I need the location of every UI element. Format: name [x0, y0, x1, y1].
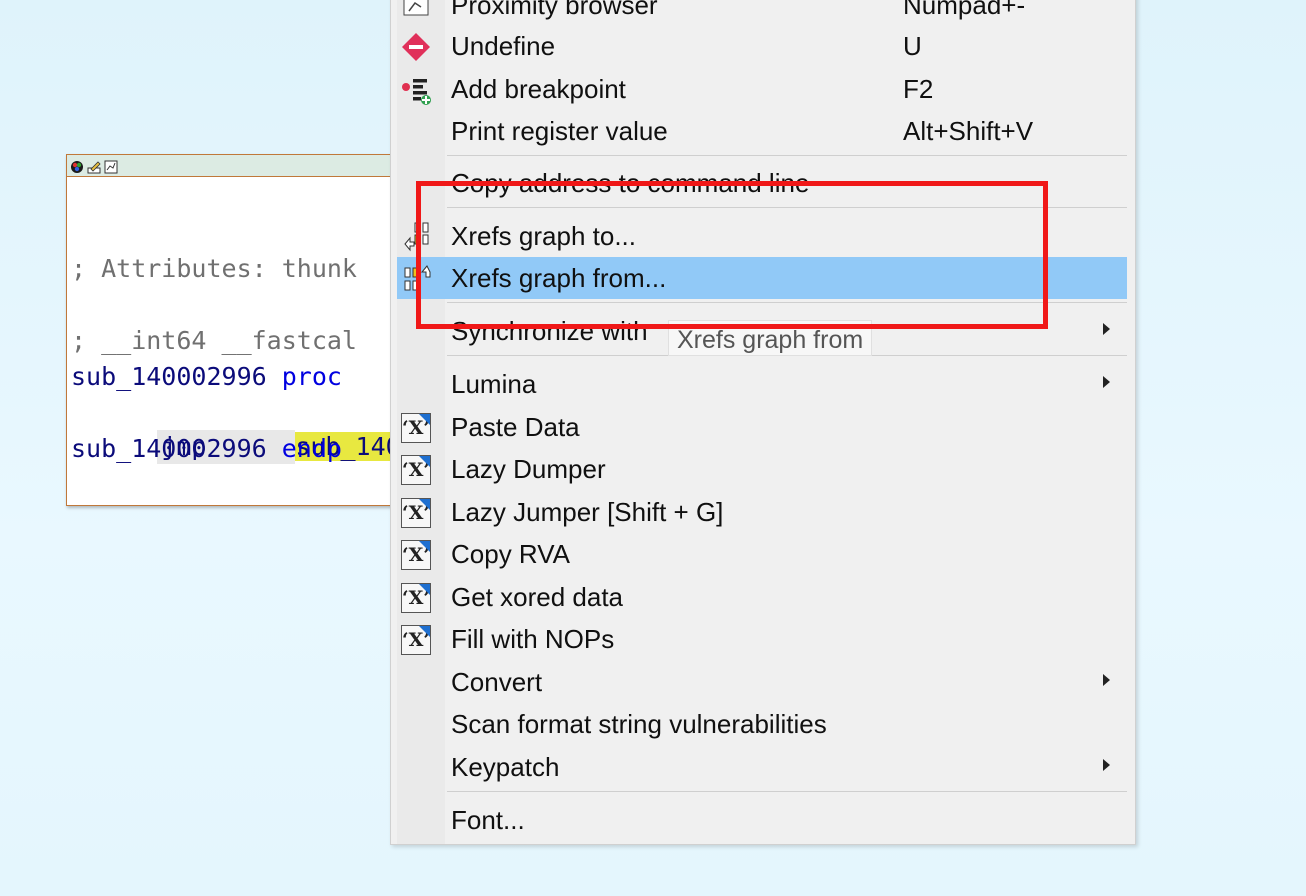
menu-item-shortcut: Numpad+-	[903, 0, 1026, 20]
jmp-line[interactable]: jmp sub_1400091	[67, 396, 461, 464]
proc-name[interactable]: sub_140002996	[71, 362, 267, 391]
menu-item-label: Copy RVA	[451, 538, 570, 569]
menu-item-label: Copy address to command line	[451, 167, 810, 198]
menu-item-scan-format-string[interactable]: Scan format string vulnerabilities	[397, 703, 1127, 745]
menu-item-label: Convert	[451, 666, 543, 697]
x-plugin-icon: ‘X’	[401, 583, 431, 613]
xrefs-graph-to-icon	[401, 222, 431, 252]
menu-item-add-breakpoint[interactable]: Add breakpoint F2	[397, 68, 1127, 110]
menu-separator	[447, 155, 1127, 156]
menu-item-copy-rva[interactable]: ‘X’ Copy RVA	[397, 533, 1127, 575]
menu-item-shortcut: Alt+Shift+V	[903, 115, 1034, 146]
endp-name[interactable]: sub_140002996	[71, 434, 267, 463]
menu-item-label: Undefine	[451, 30, 556, 61]
menu-item-get-xored-data[interactable]: ‘X’ Get xored data	[397, 576, 1127, 618]
menu-item-label: Xrefs graph to...	[451, 220, 636, 251]
menu-item-label: Xrefs graph from...	[451, 262, 667, 293]
menu-item-label: Lumina	[451, 368, 537, 399]
menu-item-label: Scan format string vulnerabilities	[451, 708, 827, 739]
menu-item-label: Print register value	[451, 115, 668, 146]
proc-keyword: proc	[281, 362, 342, 391]
proximity-browser-icon	[401, 0, 431, 21]
menu-item-copy-address[interactable]: Copy address to command line	[397, 162, 1127, 204]
menu-item-lumina[interactable]: Lumina	[397, 363, 1127, 405]
menu-item-label: Synchronize with	[451, 315, 648, 346]
menu-separator	[447, 207, 1127, 208]
menu-item-label: Paste Data	[451, 411, 580, 442]
endp-line[interactable]: sub_140002996 endp	[71, 432, 342, 466]
menu-item-label: Fill with NOPs	[451, 623, 615, 654]
submenu-arrow-icon	[1103, 674, 1110, 686]
context-menu: Proximity browser Numpad+- Undefine U Ad…	[390, 0, 1136, 845]
menu-item-lazy-jumper[interactable]: ‘X’ Lazy Jumper [Shift + G]	[397, 491, 1127, 533]
x-plugin-icon: ‘X’	[401, 455, 431, 485]
menu-item-proximity-browser[interactable]: Proximity browser Numpad+-	[397, 0, 1127, 26]
breakpoint-icon	[401, 75, 431, 105]
menu-item-font[interactable]: Font...	[397, 799, 1127, 841]
menu-item-print-register-value[interactable]: Print register value Alt+Shift+V	[397, 110, 1127, 152]
x-plugin-icon: ‘X’	[401, 498, 431, 528]
menu-item-fill-with-nops[interactable]: ‘X’ Fill with NOPs	[397, 618, 1127, 660]
x-plugin-icon: ‘X’	[401, 540, 431, 570]
menu-item-label: Get xored data	[451, 581, 623, 612]
submenu-arrow-icon	[1103, 376, 1110, 388]
menu-item-lazy-dumper[interactable]: ‘X’ Lazy Dumper	[397, 448, 1127, 490]
endp-keyword: endp	[281, 434, 342, 463]
menu-item-label: Add breakpoint	[451, 73, 626, 104]
menu-item-paste-data[interactable]: ‘X’ Paste Data	[397, 406, 1127, 448]
attributes-comment: ; Attributes: thunk	[71, 254, 357, 283]
menu-tooltip: Xrefs graph from	[668, 320, 873, 356]
menu-item-shortcut: F2	[903, 73, 934, 104]
menu-item-label: Proximity browser	[451, 0, 658, 20]
xrefs-graph-from-icon	[401, 264, 431, 294]
menu-item-xrefs-graph-to[interactable]: Xrefs graph to...	[397, 215, 1127, 257]
menu-item-convert[interactable]: Convert	[397, 661, 1127, 703]
x-plugin-icon: ‘X’	[401, 413, 431, 443]
signature-comment: ; __int64 __fastcal	[71, 326, 357, 355]
submenu-arrow-icon	[1103, 759, 1110, 771]
menu-item-xrefs-graph-from[interactable]: Xrefs graph from...	[397, 257, 1127, 299]
menu-item-shortcut: U	[903, 30, 922, 61]
graph-node: ; Attributes: thunk ; __int64 __fastcal …	[66, 154, 461, 506]
menu-item-undefine[interactable]: Undefine U	[397, 25, 1127, 67]
menu-item-label: Lazy Jumper [Shift + G]	[451, 496, 724, 527]
menu-separator	[447, 791, 1127, 792]
undefine-icon	[401, 32, 431, 62]
menu-item-label: Font...	[451, 804, 525, 835]
menu-item-label: Lazy Dumper	[451, 453, 606, 484]
menu-item-label: Keypatch	[451, 751, 560, 782]
x-plugin-icon: ‘X’	[401, 625, 431, 655]
submenu-arrow-icon	[1103, 323, 1110, 335]
graph-node-code: ; Attributes: thunk ; __int64 __fastcal …	[71, 155, 461, 464]
menu-item-keypatch[interactable]: Keypatch	[397, 746, 1127, 788]
proc-line[interactable]: sub_140002996 proc	[71, 360, 342, 394]
menu-separator	[447, 302, 1127, 303]
